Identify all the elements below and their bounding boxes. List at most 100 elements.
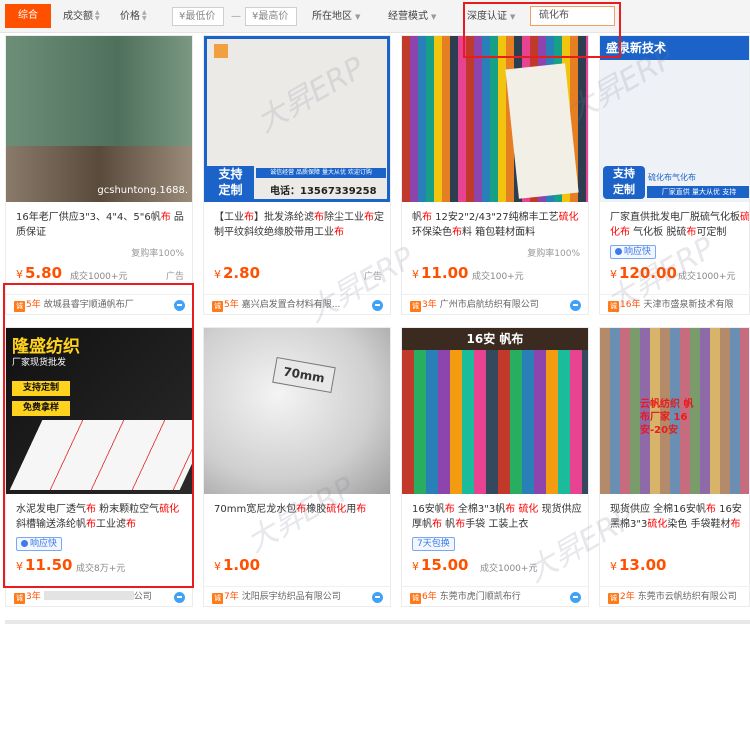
product-card[interactable]: 16安 帆布 16安帆布 全棉3"3帆布 硫化 现货供应厚帆布 帆布手袋 工装上… xyxy=(401,327,589,607)
price-value: 13.00 xyxy=(619,556,667,574)
product-price: ¥120.00 xyxy=(610,264,677,282)
member-years: 5年 xyxy=(224,300,239,310)
product-card[interactable]: 云帆纺织 帆布厂家 16安-20安 现货供应 全棉16安帆布 16安黑棉3"3硫… xyxy=(599,327,750,607)
image-badge-line: 支持 xyxy=(218,167,243,181)
product-title[interactable]: 现货供应 全棉16安帆布 16安黑棉3"3硫化染色 手袋鞋材布料 xyxy=(610,502,749,532)
sort-arrows-icon: ▲ ▼ xyxy=(142,9,147,22)
company-row[interactable]: 诚 7年 沈阳辰宇纺织品有限公司 xyxy=(204,586,390,606)
product-title[interactable]: 【工业布】批发涤纶滤布除尘工业布定制平纹斜纹绝缘胶带用工业布 xyxy=(214,210,386,240)
depth-cert-dropdown[interactable]: 深度认证 ▼ xyxy=(467,0,515,33)
company-name: 东莞市虎门顺凯布行 xyxy=(439,592,521,602)
price-value: 1.00 xyxy=(223,556,261,574)
product-title[interactable]: 厂家直供批发电厂脱硫气化板硫化布 气化板 脱硫布可定制 xyxy=(610,210,749,240)
company-row[interactable]: 诚 3年 公司 xyxy=(6,586,192,606)
product-card[interactable]: 隆盛纺织 厂家现货批发 支持定制 免费拿样 水泥发电厂透气布 粉末颗粒空气硫化斜… xyxy=(5,327,193,607)
sold-amount: 成交1000+元 xyxy=(70,272,128,282)
logo-icon xyxy=(214,44,228,58)
company-row[interactable]: 诚 16年 天津市盛泉新技术有限 xyxy=(600,294,749,314)
product-title[interactable]: 16安帆布 全棉3"3帆布 硫化 现货供应厚帆布 帆布手袋 工装上衣 xyxy=(412,502,584,532)
business-mode-dropdown[interactable]: 经营模式 ▼ xyxy=(388,0,436,33)
member-years: 16年 xyxy=(620,300,641,310)
product-title[interactable]: 70mm宽尼龙水包布橡胶硫化用布 xyxy=(214,502,386,532)
product-image[interactable]: 70mm xyxy=(204,328,390,494)
depth-cert-label: 深度认证 xyxy=(467,11,507,22)
member-years: 6年 xyxy=(422,592,437,602)
product-price: ¥13.00 xyxy=(610,556,666,574)
product-title[interactable]: 16年老厂供应3"3、4"4、5"6帆布 品质保证 xyxy=(16,210,188,240)
product-image[interactable]: gcshuntong.1688. xyxy=(6,36,192,202)
chengxin-icon: 诚 xyxy=(410,593,421,604)
company-row[interactable]: 诚 6年 东莞市虎门顺凯布行 xyxy=(402,586,588,606)
company-row[interactable]: 诚 5年 嘉兴启发置合材料有限... xyxy=(204,294,390,314)
company-row[interactable]: 诚 2年 东莞市云帆纺织有限公司 xyxy=(600,586,749,606)
product-image[interactable]: 云帆纺织 帆布厂家 16安-20安 xyxy=(600,328,749,494)
sort-default-button[interactable]: 综合 xyxy=(5,4,51,28)
product-card[interactable]: 帆布 12安2"2/43"27纯棉丰工艺硫化环保染色布料 箱包鞋材面料 复购率1… xyxy=(401,35,589,315)
price-separator: — xyxy=(231,11,241,22)
currency-symbol: ¥ xyxy=(214,560,221,573)
repurchase-rate: 复购率100% xyxy=(131,249,184,259)
company-name: 嘉兴启发置合材料有限... xyxy=(241,300,341,310)
product-image[interactable] xyxy=(402,36,588,202)
response-icon xyxy=(615,248,622,255)
chevron-down-icon: ▼ xyxy=(355,13,361,21)
currency-symbol: ¥ xyxy=(214,268,221,281)
product-title[interactable]: 水泥发电厂透气布 粉末颗粒空气硫化斜槽输送涤纶帆布工业滤布 xyxy=(16,502,188,532)
company-name-redacted xyxy=(43,591,134,600)
max-price-input[interactable]: ¥最高价 xyxy=(245,7,297,26)
image-badge: 支持定制 xyxy=(12,381,70,396)
next-row-edge xyxy=(5,620,750,624)
price-value: 15.00 xyxy=(421,556,469,574)
search-input[interactable]: 硫化布 xyxy=(530,6,615,26)
product-image[interactable]: 盛泉新技术 支持 定制 厂家直供 量大从优 支持 硫化布气化布 xyxy=(600,36,749,202)
product-card[interactable]: 70mm 70mm宽尼龙水包布橡胶硫化用布 ¥1.00 诚 7年 沈阳辰宇纺织品有限… xyxy=(203,327,391,607)
chengxin-icon: 诚 xyxy=(410,301,421,312)
chat-icon[interactable] xyxy=(174,300,185,311)
product-card[interactable]: 盛泉新技术 支持 定制 厂家直供 量大从优 支持 硫化布气化布 厂家直供批发电厂脱… xyxy=(599,35,750,315)
product-price: ¥2.80 xyxy=(214,264,260,282)
member-years: 7年 xyxy=(224,592,239,602)
chat-icon[interactable] xyxy=(570,592,581,603)
currency-symbol: ¥ xyxy=(610,560,617,573)
chat-icon[interactable] xyxy=(570,300,581,311)
product-price: ¥11.50 xyxy=(16,556,72,574)
member-years: 5年 xyxy=(26,300,41,310)
currency-symbol: ¥ xyxy=(412,560,419,573)
chengxin-icon: 诚 xyxy=(608,593,619,604)
sort-arrows-icon: ▲ ▼ xyxy=(95,9,100,22)
company-row[interactable]: 诚 5年 故城县睿宇顺通帆布厂 xyxy=(6,294,192,314)
currency-symbol: ¥ xyxy=(16,268,23,281)
sort-price-button[interactable]: 价格 ▲ ▼ xyxy=(120,0,147,33)
product-image[interactable]: 16安 帆布 xyxy=(402,328,588,494)
image-slogan: 厂家直供 量大从优 支持 xyxy=(647,186,749,198)
image-badge-line: 支持 xyxy=(613,167,635,180)
min-price-input[interactable]: ¥最低价 xyxy=(172,7,224,26)
region-dropdown[interactable]: 所在地区 ▼ xyxy=(312,0,360,33)
price-value: 120.00 xyxy=(619,264,677,282)
sold-amount: 成交1000+元 xyxy=(678,272,736,282)
price-value: 5.80 xyxy=(25,264,63,282)
image-badge: 免费拿样 xyxy=(12,401,70,416)
chat-icon[interactable] xyxy=(174,592,185,603)
chat-icon[interactable] xyxy=(372,300,383,311)
chat-icon[interactable] xyxy=(372,592,383,603)
badge-label: 响应快 xyxy=(30,539,58,549)
image-badge-line: 定制 xyxy=(613,183,635,196)
product-image[interactable]: 隆盛纺织 厂家现货批发 支持定制 免费拿样 xyxy=(6,328,192,494)
response-fast-badge: 响应快 xyxy=(16,537,63,551)
chevron-down-icon: ▼ xyxy=(431,13,437,21)
company-row[interactable]: 诚 3年 广州市启航纺织有限公司 xyxy=(402,294,588,314)
member-years: 2年 xyxy=(620,592,635,602)
product-card[interactable]: 支持 定制 诚信经营 品质保障 量大从优 欢迎订购 电话：13567339258 … xyxy=(203,35,391,315)
company-name: 故城县睿宇顺通帆布厂 xyxy=(43,300,134,310)
image-header: 16安 帆布 xyxy=(402,328,588,350)
image-label: 70mm xyxy=(272,356,336,394)
currency-symbol: ¥ xyxy=(16,560,23,573)
sort-price-label: 价格 xyxy=(120,11,140,22)
image-badge: 支持定制 xyxy=(603,166,645,199)
product-card[interactable]: gcshuntong.1688. 16年老厂供应3"3、4"4、5"6帆布 品质… xyxy=(5,35,193,315)
image-badge-line: 定制 xyxy=(218,183,243,197)
product-image[interactable]: 支持 定制 诚信经营 品质保障 量大从优 欢迎订购 电话：13567339258 xyxy=(204,36,390,202)
product-title[interactable]: 帆布 12安2"2/43"27纯棉丰工艺硫化环保染色布料 箱包鞋材面料 xyxy=(412,210,584,240)
sort-volume-button[interactable]: 成交额 ▲ ▼ xyxy=(63,0,100,33)
